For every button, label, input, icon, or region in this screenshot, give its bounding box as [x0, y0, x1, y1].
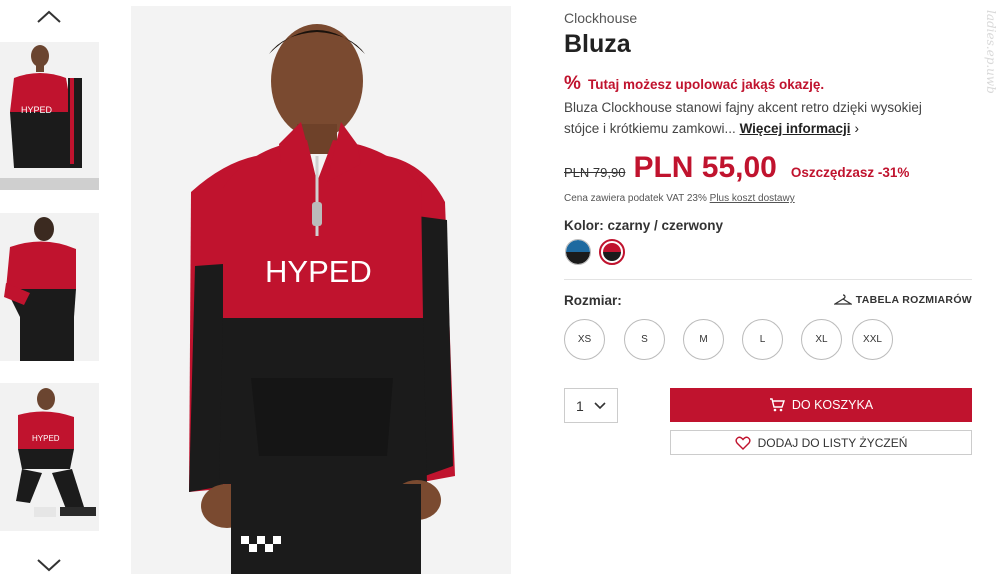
chevron-right-icon: › — [854, 121, 859, 136]
main-product-image: HYPED — [131, 6, 511, 574]
chevron-down-icon — [594, 401, 606, 409]
print-text: HYPED — [265, 254, 372, 289]
size-label: Rozmiar: — [564, 293, 622, 308]
divider — [564, 279, 972, 280]
product-title: Bluza — [564, 30, 631, 58]
thumbnail-gallery: HYPED HYPED — [0, 0, 100, 579]
chevron-down-icon[interactable] — [36, 556, 62, 574]
thumbnail-front[interactable]: HYPED — [0, 42, 99, 190]
size-option-m[interactable]: M — [683, 319, 724, 360]
color-swatch-red-black[interactable] — [599, 239, 625, 265]
hanger-icon — [833, 294, 852, 305]
add-to-cart-button[interactable]: DO KOSZYKA — [670, 388, 972, 422]
wishlist-label: DODAJ DO LISTY ŻYCZEŃ — [757, 435, 908, 450]
watermark: ladies.ep.uwb — [984, 10, 998, 94]
size-option-xl[interactable]: XL — [801, 319, 842, 360]
cart-icon — [769, 398, 785, 412]
percent-icon: % — [564, 73, 581, 94]
current-price: PLN 55,00 — [633, 151, 777, 184]
brand-name: Clockhouse — [564, 10, 638, 26]
size-table-link[interactable]: TABELA ROZMIARÓW — [833, 294, 972, 306]
size-option-xs[interactable]: XS — [564, 319, 605, 360]
add-to-wishlist-button[interactable]: DODAJ DO LISTY ŻYCZEŃ — [670, 430, 972, 455]
quantity-select[interactable]: 1 — [564, 388, 618, 423]
thumbnail-back[interactable] — [0, 213, 99, 361]
promo-text: Tutaj możesz upolować jakąś okazję. — [588, 76, 825, 92]
size-option-s[interactable]: S — [624, 319, 665, 360]
heart-icon — [735, 436, 751, 450]
vat-info: Cena zawiera podatek VAT 23% Plus koszt … — [564, 193, 795, 204]
color-label: Kolor: czarny / czerwony — [564, 218, 724, 233]
size-option-l[interactable]: L — [742, 319, 783, 360]
savings-text: Oszczędzasz -31% — [790, 165, 910, 180]
svg-text:HYPED: HYPED — [21, 105, 53, 115]
size-table-label: TABELA ROZMIARÓW — [855, 294, 972, 306]
size-option-xxl[interactable]: XXL — [852, 319, 893, 360]
product-info-panel: Clockhouse Bluza % Tutaj możesz upolować… — [564, 0, 974, 579]
product-description: Bluza Clockhouse stanowi fajny akcent re… — [564, 97, 944, 139]
chevron-up-icon[interactable] — [36, 8, 62, 26]
price-row: PLN 79,90 PLN 55,00 Oszczędzasz -31% — [564, 151, 909, 185]
shipping-cost-link[interactable]: Plus koszt dostawy — [710, 193, 795, 204]
old-price: PLN 79,90 — [564, 165, 626, 180]
more-info-link[interactable]: Więcej informacji — [740, 121, 851, 136]
vat-text: Cena zawiera podatek VAT 23% — [564, 193, 707, 204]
add-to-cart-label: DO KOSZYKA — [791, 398, 874, 412]
color-swatch-blue-black[interactable] — [565, 239, 591, 265]
thumbnail-sitting[interactable]: HYPED — [0, 383, 99, 531]
promo-banner: % Tutaj możesz upolować jakąś okazję. — [564, 73, 825, 94]
quantity-value: 1 — [576, 397, 584, 414]
svg-text:HYPED: HYPED — [32, 434, 60, 443]
